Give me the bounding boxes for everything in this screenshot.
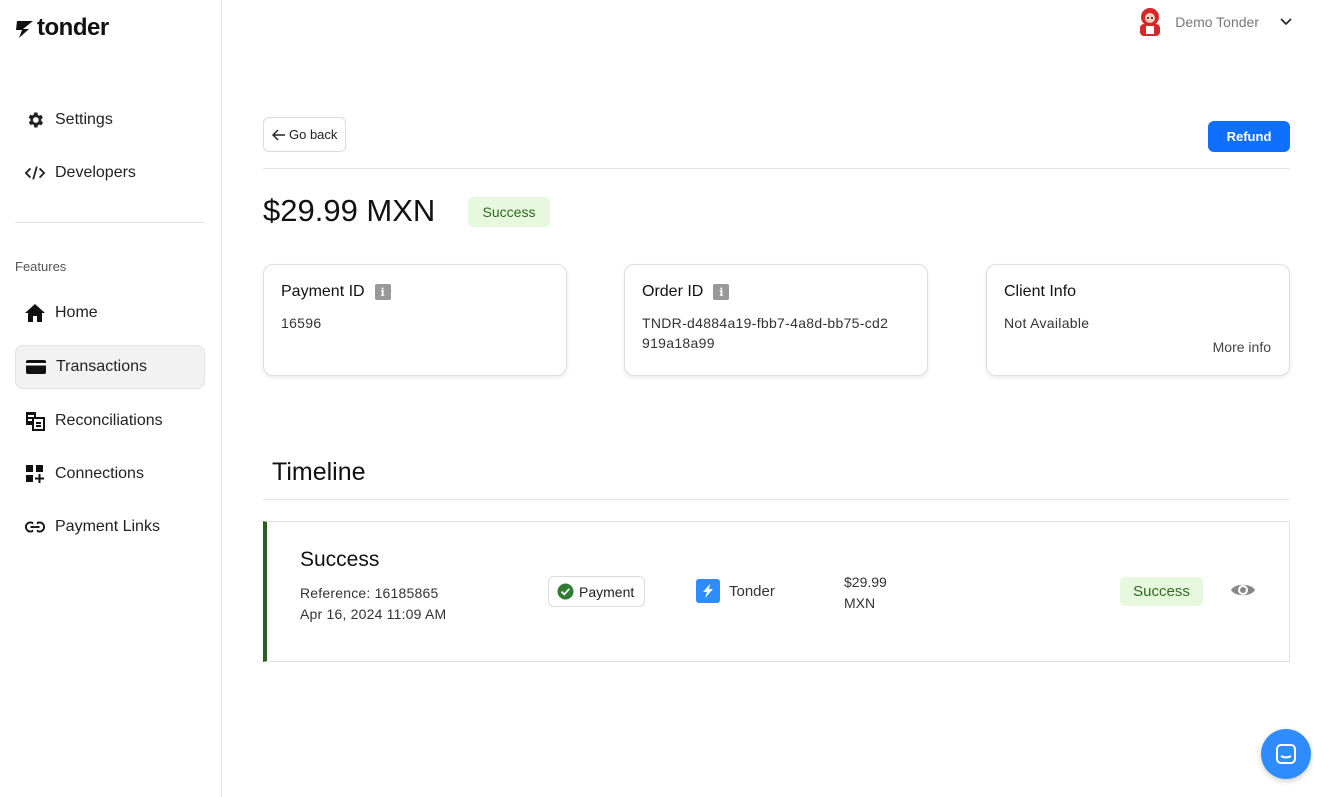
event-amount: $29.99 MXN xyxy=(844,572,887,614)
sidebar-item-settings[interactable]: Settings xyxy=(15,98,205,142)
brand-name: tonder xyxy=(37,14,109,41)
gear-icon xyxy=(25,110,45,130)
event-reference: Reference: 16185865 xyxy=(300,585,439,601)
arrow-left-icon xyxy=(272,129,285,140)
go-back-button[interactable]: Go back xyxy=(263,117,347,152)
payment-id-label: Payment ID xyxy=(281,283,365,300)
home-icon xyxy=(25,303,45,323)
provider-name: Tonder xyxy=(729,582,775,600)
payment-id-card: Payment ID i 16596 xyxy=(263,264,567,376)
info-icon[interactable]: i xyxy=(374,284,391,300)
event-status-badge: Success xyxy=(1120,577,1203,606)
avatar xyxy=(1140,8,1161,36)
event-amount-currency: MXN xyxy=(844,595,876,611)
go-back-label: Go back xyxy=(289,127,338,142)
card-icon xyxy=(26,357,46,377)
event-date: Apr 16, 2024 11:09 AM xyxy=(300,606,447,622)
chevron-down-icon[interactable] xyxy=(1279,15,1293,29)
code-icon xyxy=(25,163,45,183)
timeline-divider xyxy=(263,499,1290,500)
chat-icon xyxy=(1276,744,1296,764)
payment-id-value: 16596 xyxy=(281,315,322,331)
eye-icon[interactable] xyxy=(1230,580,1256,600)
tonder-logo[interactable]: tonder xyxy=(15,14,109,42)
info-icon[interactable]: i xyxy=(713,284,730,300)
sidebar-item-label: Transactions xyxy=(56,358,147,375)
user-menu[interactable]: Demo Tonder xyxy=(1135,6,1293,38)
timeline-title: Timeline xyxy=(272,458,366,486)
check-circle-icon xyxy=(557,583,574,600)
sidebar-item-transactions[interactable]: Transactions xyxy=(15,345,205,389)
sidebar-item-label: Settings xyxy=(55,111,113,128)
sidebar-item-label: Connections xyxy=(55,465,144,482)
status-badge: Success xyxy=(468,197,550,227)
link-icon xyxy=(25,517,45,537)
client-info-title: Client Info xyxy=(1004,283,1077,300)
event-type-chip: Payment xyxy=(548,576,646,607)
client-info-value: Not Available xyxy=(1004,315,1090,331)
order-id-title: Order ID i xyxy=(642,283,910,301)
order-id-label: Order ID xyxy=(642,283,704,300)
header-divider xyxy=(263,168,1290,169)
chat-launcher-button[interactable] xyxy=(1261,729,1311,779)
event-type-label: Payment xyxy=(579,583,635,600)
sidebar-item-label: Payment Links xyxy=(55,518,160,535)
user-name: Demo Tonder xyxy=(1175,14,1259,30)
sidebar-item-reconciliations[interactable]: Reconciliations xyxy=(15,399,205,443)
event-status: Success xyxy=(300,548,380,571)
event-amount-value: $29.99 xyxy=(844,574,887,590)
transaction-amount: $29.99 MXN xyxy=(263,193,436,228)
sidebar-item-developers[interactable]: Developers xyxy=(15,151,205,195)
payment-id-title: Payment ID i xyxy=(281,283,549,301)
refund-button[interactable]: Refund xyxy=(1208,121,1290,152)
sidebar-item-payment-links[interactable]: Payment Links xyxy=(15,505,205,549)
tonder-provider-icon xyxy=(696,579,720,603)
sidebar-item-label: Developers xyxy=(55,164,136,181)
timeline-event: Success Reference: 16185865 Apr 16, 2024… xyxy=(263,521,1290,662)
sidebar: tonder Settings Developers Features Home… xyxy=(0,0,222,797)
bolt-icon xyxy=(16,21,33,38)
order-id-value: TNDR-d4884a19-fbb7-4a8d-bb75-cd2919a18a9… xyxy=(642,315,889,351)
sidebar-item-label: Reconciliations xyxy=(55,412,163,429)
reconcile-icon xyxy=(25,411,45,431)
sidebar-item-home[interactable]: Home xyxy=(15,291,205,335)
client-info-card: Client Info Not Available More info xyxy=(986,264,1290,376)
widgets-icon xyxy=(25,464,45,484)
section-label-features: Features xyxy=(15,259,67,274)
sidebar-item-connections[interactable]: Connections xyxy=(15,452,205,496)
order-id-card: Order ID i TNDR-d4884a19-fbb7-4a8d-bb75-… xyxy=(624,264,928,376)
sidebar-item-label: Home xyxy=(55,304,98,321)
event-provider: Tonder xyxy=(696,579,775,603)
more-info-link[interactable]: More info xyxy=(1213,339,1271,355)
sidebar-divider xyxy=(15,222,205,223)
